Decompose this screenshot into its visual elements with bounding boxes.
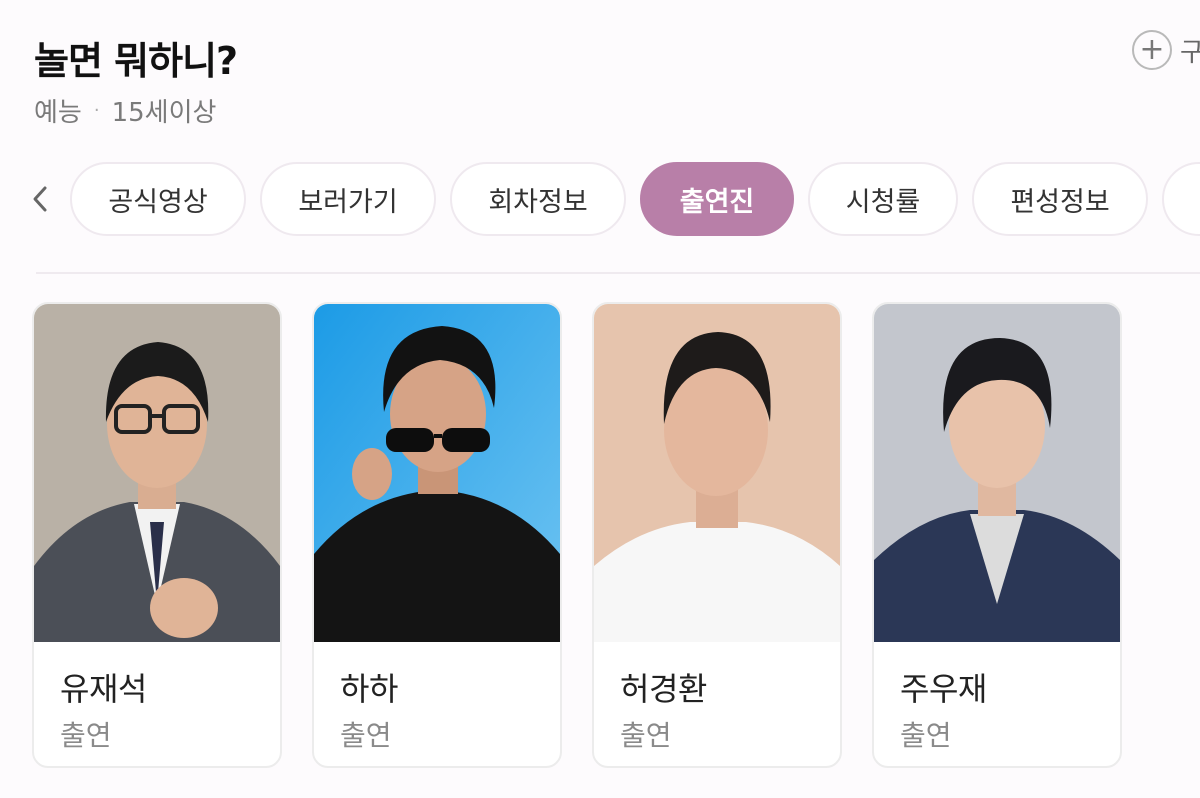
subscribe-button[interactable]: + 구 [1132, 30, 1200, 70]
tab-more[interactable] [1162, 162, 1200, 236]
cast-role: 출연 [900, 719, 952, 752]
tab-bar: 공식영상 보러가기 회차정보 출연진 시청률 편성정보 [0, 160, 1200, 240]
cast-photo [314, 304, 560, 642]
separator-dot: · [93, 100, 100, 121]
scroll-left-button[interactable] [20, 174, 60, 224]
tab-label: 공식영상 [108, 186, 208, 218]
cast-name: 하하 [340, 670, 398, 708]
program-meta: 예능 · 15세이상 [34, 92, 216, 129]
cast-card[interactable]: 허경환 출연 [592, 302, 842, 768]
cast-role: 출연 [60, 719, 112, 752]
cast-card[interactable]: 유재석 출연 [32, 302, 282, 768]
cast-card[interactable]: 하하 출연 [312, 302, 562, 768]
tab-watch[interactable]: 보러가기 [260, 162, 436, 236]
tab-episodes[interactable]: 회차정보 [450, 162, 626, 236]
cast-photo [874, 304, 1120, 642]
genre-label: 예능 [34, 98, 82, 128]
tab-schedule[interactable]: 편성정보 [972, 162, 1148, 236]
tab-label: 보러가기 [298, 186, 398, 218]
plus-icon: + [1132, 30, 1172, 70]
age-rating-label: 15세이상 [111, 98, 217, 128]
cast-name: 유재석 [60, 670, 147, 708]
cast-role: 출연 [340, 719, 392, 752]
cast-name: 주우재 [900, 670, 987, 708]
tab-ratings[interactable]: 시청률 [808, 162, 958, 236]
cast-photo [594, 304, 840, 642]
cast-name: 허경환 [620, 670, 707, 708]
divider [36, 272, 1200, 274]
tab-official-video[interactable]: 공식영상 [70, 162, 246, 236]
cast-card[interactable]: 주우재 출연 [872, 302, 1122, 768]
tab-label: 편성정보 [1010, 186, 1110, 218]
cast-role: 출연 [620, 719, 672, 752]
tab-label: 출연진 [679, 186, 755, 218]
page-title: 놀면 뭐하니? [34, 39, 238, 83]
cast-photo [34, 304, 280, 642]
chevron-left-icon [33, 186, 47, 212]
tab-label: 회차정보 [488, 186, 588, 218]
tab-cast[interactable]: 출연진 [640, 162, 794, 236]
subscribe-label: 구 [1180, 37, 1200, 68]
tab-label: 시청률 [845, 186, 921, 218]
